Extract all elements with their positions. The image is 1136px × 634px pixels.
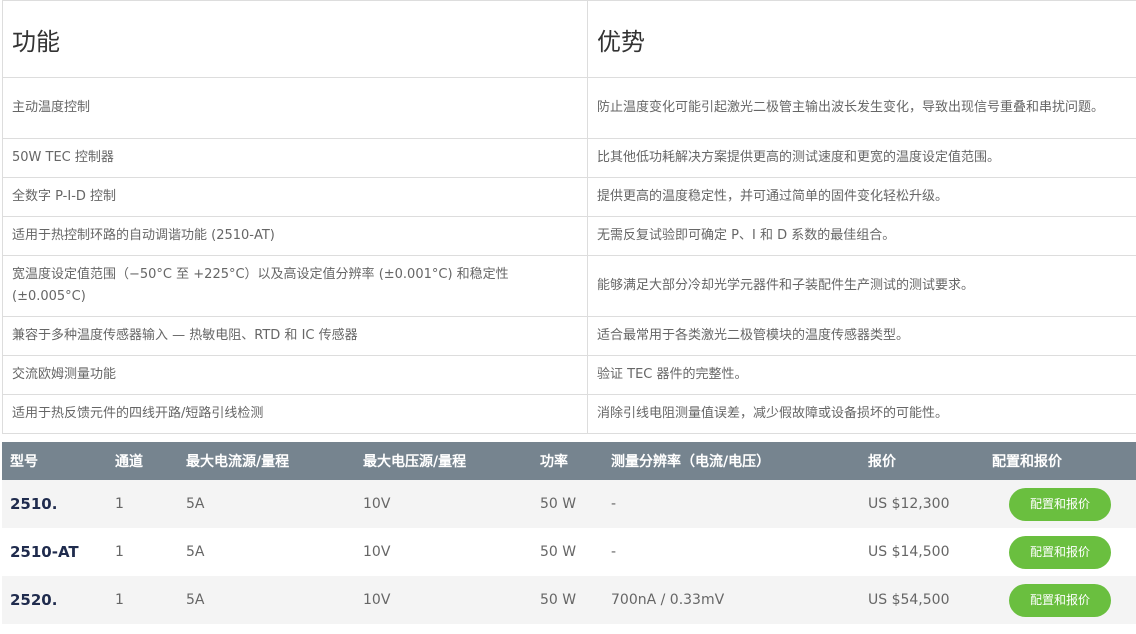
power-cell: 50 W [540, 544, 577, 560]
feature-row: 兼容于多种温度传感器输入 — 热敏电阻、RTD 和 IC 传感器 适合最常用于各… [2, 316, 1136, 356]
feature-cell: 适用于热反馈元件的四线开路/短路引线检测 [2, 394, 588, 434]
feature-row: 交流欧姆测量功能 验证 TEC 器件的完整性。 [2, 355, 1136, 395]
resolution-cell: 700nA / 0.33mV [611, 592, 725, 608]
current-column-header: 最大电流源/量程 [186, 454, 290, 470]
action-cell: 配置和报价 [984, 480, 1136, 528]
voltage-column-header: 最大电压源/量程 [363, 454, 467, 470]
model-name[interactable]: 2510. [2, 480, 107, 528]
power-cell: 50 W [540, 496, 577, 512]
voltage-cell: 10V [363, 496, 391, 512]
model-row: 2510. 1 5A 10V 50 W - US $12,300 配置和报价 [2, 480, 1136, 528]
models-table: 型号 通道 最大电流源/量程 最大电压源/量程 功率 测量分辨率（电流/电压） … [2, 442, 1136, 624]
price-cell: US $14,500 [868, 544, 950, 560]
benefit-cell: 消除引线电阻测量值误差，减少假故障或设备损坏的可能性。 [587, 394, 1136, 434]
power-column-header: 功率 [540, 454, 568, 470]
channels-cell: 1 [115, 496, 124, 512]
feature-row: 50W TEC 控制器 比其他低功耗解决方案提供更高的测试速度和更宽的温度设定值… [2, 138, 1136, 178]
feature-row: 适用于热反馈元件的四线开路/短路引线检测 消除引线电阻测量值误差，减少假故障或设… [2, 394, 1136, 434]
voltage-cell: 10V [363, 592, 391, 608]
action-cell: 配置和报价 [984, 528, 1136, 576]
benefit-cell: 能够满足大部分冷却光学元器件和子装配件生产测试的测试要求。 [587, 255, 1136, 317]
benefit-cell: 比其他低功耗解决方案提供更高的测试速度和更宽的温度设定值范围。 [587, 138, 1136, 178]
benefit-cell: 防止温度变化可能引起激光二极管主输出波长发生变化，导致出现信号重叠和串扰问题。 [587, 77, 1136, 139]
feature-cell: 50W TEC 控制器 [2, 138, 588, 178]
feature-cell: 主动温度控制 [2, 77, 588, 139]
model-row: 2510-AT 1 5A 10V 50 W - US $14,500 配置和报价 [2, 528, 1136, 576]
voltage-cell: 10V [363, 544, 391, 560]
channels-cell: 1 [115, 544, 124, 560]
model-name[interactable]: 2510-AT [2, 528, 107, 576]
model-column-header: 型号 [10, 454, 38, 470]
feature-row: 宽温度设定值范围（−50°C 至 +225°C）以及高设定值分辨率 (±0.00… [2, 255, 1136, 317]
price-cell: US $12,300 [868, 496, 950, 512]
feature-cell: 宽温度设定值范围（−50°C 至 +225°C）以及高设定值分辨率 (±0.00… [2, 255, 588, 317]
price-column-header: 报价 [868, 454, 896, 470]
resolution-column-header: 测量分辨率（电流/电压） [611, 454, 771, 470]
current-cell: 5A [186, 496, 205, 512]
benefit-cell: 提供更高的温度稳定性，并可通过简单的固件变化轻松升级。 [587, 177, 1136, 217]
feature-row: 适用于热控制环路的自动调谐功能 (2510-AT) 无需反复试验即可确定 P、I… [2, 216, 1136, 256]
feature-cell: 兼容于多种温度传感器输入 — 热敏电阻、RTD 和 IC 传感器 [2, 316, 588, 356]
features-header-row: 功能 优势 [2, 0, 1136, 78]
benefit-column-header: 优势 [587, 0, 1136, 78]
model-row: 2520. 1 5A 10V 50 W 700nA / 0.33mV US $5… [2, 576, 1136, 624]
benefit-cell: 适合最常用于各类激光二极管模块的温度传感器类型。 [587, 316, 1136, 356]
features-table: 功能 优势 主动温度控制 防止温度变化可能引起激光二极管主输出波长发生变化，导致… [2, 0, 1136, 434]
feature-cell: 全数字 P-I-D 控制 [2, 177, 588, 217]
configure-column-header: 配置和报价 [992, 454, 1062, 470]
feature-cell: 适用于热控制环路的自动调谐功能 (2510-AT) [2, 216, 588, 256]
benefit-cell: 验证 TEC 器件的完整性。 [587, 355, 1136, 395]
price-cell: US $54,500 [868, 592, 950, 608]
channels-column-header: 通道 [115, 454, 143, 470]
current-cell: 5A [186, 592, 205, 608]
channels-cell: 1 [115, 592, 124, 608]
configure-quote-button[interactable]: 配置和报价 [1009, 487, 1111, 521]
power-cell: 50 W [540, 592, 577, 608]
action-cell: 配置和报价 [984, 576, 1136, 624]
models-header-row: 型号 通道 最大电流源/量程 最大电压源/量程 功率 测量分辨率（电流/电压） … [2, 442, 1136, 480]
resolution-cell: - [611, 544, 617, 560]
model-name[interactable]: 2520. [2, 576, 107, 624]
feature-row: 主动温度控制 防止温度变化可能引起激光二极管主输出波长发生变化，导致出现信号重叠… [2, 77, 1136, 139]
configure-quote-button[interactable]: 配置和报价 [1009, 535, 1111, 569]
benefit-cell: 无需反复试验即可确定 P、I 和 D 系数的最佳组合。 [587, 216, 1136, 256]
resolution-cell: - [611, 496, 617, 512]
feature-column-header: 功能 [2, 0, 588, 78]
current-cell: 5A [186, 544, 205, 560]
feature-row: 全数字 P-I-D 控制 提供更高的温度稳定性，并可通过简单的固件变化轻松升级。 [2, 177, 1136, 217]
feature-cell: 交流欧姆测量功能 [2, 355, 588, 395]
configure-quote-button[interactable]: 配置和报价 [1009, 583, 1111, 617]
